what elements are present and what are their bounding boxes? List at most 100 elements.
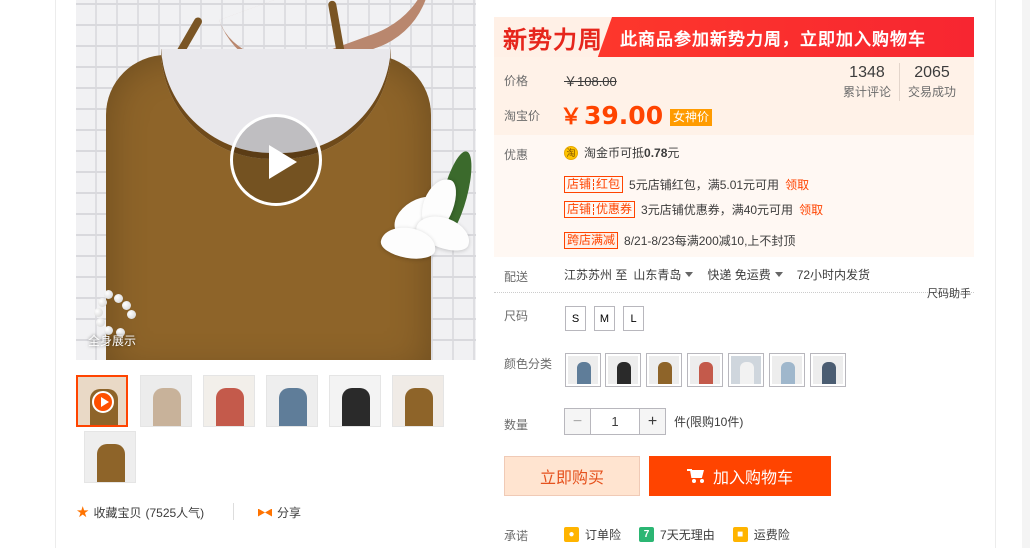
color-swatch — [568, 356, 598, 384]
shipping-method-value: 快递 免运费 — [707, 268, 771, 282]
add-to-cart-button[interactable]: 加入购物车 — [649, 456, 831, 496]
color-option-3[interactable] — [646, 353, 682, 387]
page-edge — [1022, 0, 1030, 548]
tag-separator — [593, 179, 595, 190]
pearl — [96, 318, 105, 327]
tag-part: 优惠券 — [596, 202, 633, 216]
color-swatch — [731, 356, 761, 384]
buy-now-button[interactable]: 立即购买 — [504, 456, 640, 496]
claim-coupon-link[interactable]: 领取 — [799, 201, 823, 218]
quantity-label: 数量 — [504, 418, 529, 432]
color-option-1[interactable] — [565, 353, 601, 387]
size-label: 尺码 — [504, 309, 529, 323]
taojin-coin-icon: 淘 — [564, 145, 578, 160]
thumbnail-garment — [405, 388, 433, 426]
share-label: 分享 — [277, 506, 302, 520]
current-price: ￥39.00 — [560, 99, 663, 131]
lily-flower — [378, 148, 476, 263]
frame-border-right — [995, 0, 996, 548]
thumbnail-6[interactable] — [392, 375, 444, 427]
pearl — [127, 310, 136, 319]
destination-select[interactable]: 山东青岛 — [633, 266, 694, 283]
color-option-6[interactable] — [769, 353, 805, 387]
color-option-2[interactable] — [605, 353, 641, 387]
thumbnail-garment — [342, 388, 370, 426]
chevron-down-icon — [685, 272, 694, 277]
color-swatch — [649, 356, 679, 384]
color-option-7[interactable] — [810, 353, 846, 387]
stat-value: 2065 — [914, 64, 950, 81]
promotions-section: 优惠 淘 淘金币可抵0.78元 店铺 红包 5元店铺红包，满5.01元可用 领取 … — [494, 135, 974, 257]
promise-seven-day-return[interactable]: 7 7天无理由 — [639, 526, 715, 543]
cross-store-row: 跨店满减 8/21-8/23每满200减10,上不封顶 — [564, 232, 795, 249]
main-product-image[interactable]: 全身展示 — [76, 0, 476, 360]
size-option-s[interactable]: S — [565, 306, 586, 331]
cross-store-tag[interactable]: 跨店满减 — [564, 232, 619, 249]
chevron-down-icon — [774, 272, 783, 277]
tag-part: 红包 — [596, 177, 621, 191]
thumbnail-video[interactable] — [76, 375, 128, 427]
order-insurance-icon: ● — [564, 527, 579, 542]
star-icon: ★ — [76, 503, 90, 521]
cart-wheel — [691, 479, 696, 483]
shipping-label: 配送 — [504, 270, 529, 284]
size-option-m[interactable]: M — [594, 306, 615, 331]
cart-icon — [686, 469, 705, 483]
stat-reviews[interactable]: 1348 累计评论 — [835, 63, 899, 101]
decrease-quantity-button[interactable]: − — [564, 408, 591, 435]
stat-transactions[interactable]: 2065 交易成功 — [898, 63, 964, 101]
thumbnail-4[interactable] — [266, 375, 318, 427]
coupon-row: 店铺 优惠券 3元店铺优惠券，满40元可用 领取 — [564, 201, 823, 218]
promotions-label: 优惠 — [504, 148, 529, 162]
play-icon — [92, 391, 114, 413]
quantity-stepper: − + 件(限购10件) — [564, 408, 743, 435]
thumbnail-7[interactable] — [84, 431, 136, 483]
ship-from: 江苏苏州 至 — [564, 268, 628, 282]
play-icon — [269, 145, 297, 179]
share-button[interactable]: 分享 — [258, 504, 301, 521]
thumbnail-garment — [153, 388, 181, 426]
size-helper-link[interactable]: 尺码助手 — [927, 285, 971, 301]
red-packet-text: 5元店铺红包，满5.01元可用 — [629, 178, 780, 192]
collect-label: 收藏宝贝 — [93, 506, 142, 520]
stat-value: 1348 — [849, 64, 885, 81]
promise-order-insurance[interactable]: ● 订单险 — [564, 526, 621, 543]
shipping-insurance-icon: ■ — [732, 527, 748, 542]
thumbnail-2[interactable] — [140, 375, 192, 427]
size-option-l[interactable]: L — [623, 306, 644, 331]
color-swatch — [813, 356, 843, 384]
taobao-price-label: 淘宝价 — [504, 109, 541, 123]
taojin-amount: 0.78 — [644, 146, 668, 160]
banner-text: 此商品参加新势力周，立即加入购物车 — [620, 29, 926, 49]
color-option-4[interactable] — [687, 353, 723, 387]
claim-red-packet-link[interactable]: 领取 — [785, 176, 809, 193]
price-section: 价格 ￥108.00 淘宝价 ￥39.00 女神价 1348 累计评论 2065… — [494, 57, 974, 135]
promise-text: 7天无理由 — [660, 528, 715, 542]
increase-quantity-button[interactable]: + — [639, 408, 666, 435]
quantity-input[interactable] — [591, 408, 639, 435]
tag-part: 店铺 — [567, 202, 592, 216]
frame-border-left — [55, 0, 56, 548]
collect-button[interactable]: ★ 收藏宝贝 (7525人气) — [76, 504, 204, 521]
price-label: 价格 — [504, 74, 529, 88]
thumbnail-garment — [279, 388, 307, 426]
shipping-info: 江苏苏州 至 山东青岛 快递 免运费 72小时内发货 — [564, 266, 870, 283]
thumbnail-3[interactable] — [203, 375, 255, 427]
shipping-method-select[interactable]: 快递 免运费 — [707, 266, 783, 283]
taojin-row: 淘 淘金币可抵0.78元 — [564, 144, 679, 161]
separator — [494, 292, 974, 293]
promise-text: 订单险 — [585, 528, 622, 542]
stat-label: 交易成功 — [907, 85, 956, 99]
play-video-button[interactable] — [230, 114, 322, 206]
image-caption: 全身展示 — [88, 334, 137, 348]
promo-banner[interactable]: 新势力周 此商品参加新势力周，立即加入购物车 — [494, 17, 974, 57]
service-promises: ● 订单险 7 7天无理由 ■ 运费险 — [564, 526, 790, 543]
coupon-tag: 店铺 优惠券 — [564, 201, 636, 218]
thumbnail-5[interactable] — [329, 375, 381, 427]
product-page: 全身展示 ★ 收藏宝贝 (7525人气) 分享 新势力周 此商品参加新势力周，立… — [0, 0, 1030, 548]
promise-shipping-insurance[interactable]: ■ 运费险 — [732, 526, 790, 543]
original-price: ￥108.00 — [564, 74, 617, 89]
color-option-5[interactable] — [728, 353, 764, 387]
add-to-cart-label: 加入购物车 — [712, 470, 793, 487]
cart-wheel — [699, 479, 704, 483]
